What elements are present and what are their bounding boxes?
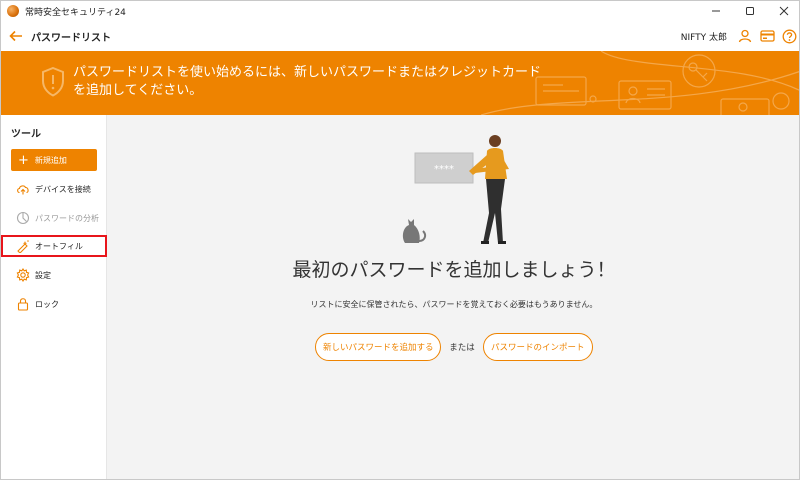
sidebar-item-settings[interactable]: 設定 — [1, 264, 107, 286]
lock-icon — [16, 297, 30, 311]
close-icon — [779, 6, 789, 16]
add-new-button[interactable]: + 新規追加 — [11, 149, 97, 171]
sidebar-item-label: ロック — [35, 299, 59, 309]
back-arrow-icon — [9, 30, 22, 42]
account-button[interactable] — [737, 28, 753, 44]
sidebar-item-label: オートフィル — [35, 241, 83, 251]
empty-state-illustration: **** — [402, 135, 509, 244]
add-new-label: 新規追加 — [34, 155, 67, 165]
card-icon — [759, 30, 775, 42]
plus-icon: + — [18, 152, 29, 168]
sidebar-item-label: 設定 — [35, 270, 51, 280]
empty-state-title: 最初のパスワードを追加しましょう！ — [292, 259, 616, 281]
app-logo-icon — [7, 5, 19, 17]
sidebar-item-label: デバイスを接続 — [35, 184, 91, 194]
cat-icon — [402, 219, 427, 243]
banner-decoration — [481, 51, 799, 115]
close-button[interactable] — [767, 1, 799, 21]
main-content: **** 最初のパスワードを追加しましょう！ リストに安全に保管されたら、パスワ… — [107, 115, 799, 479]
sidebar: ツール + 新規追加 デバイスを接続 パスワードの分析 オートフィル 設定 ロッ… — [1, 115, 107, 479]
add-password-button[interactable]: 新しいパスワードを追加する — [315, 333, 442, 361]
sidebar-item-password-analysis[interactable]: パスワードの分析 — [1, 207, 107, 229]
window-controls — [699, 1, 799, 21]
title-bar: 常時安全セキュリティ24 — [1, 1, 799, 21]
or-text: または — [449, 343, 475, 353]
header-actions: NIFTY 太郎 — [681, 21, 797, 51]
autofill-icon — [16, 239, 30, 253]
app-window: 常時安全セキュリティ24 パスワードリスト NIFTY 太郎 パスワードリストを… — [0, 0, 800, 480]
help-icon — [782, 29, 796, 43]
analysis-icon — [16, 211, 30, 225]
sidebar-item-autofill[interactable]: オートフィル — [1, 235, 107, 257]
minimize-icon — [712, 10, 720, 12]
help-button[interactable] — [781, 28, 797, 44]
card-mask-text: **** — [434, 164, 454, 175]
page-title: パスワードリスト — [31, 32, 111, 44]
cloud-upload-icon — [16, 182, 30, 196]
empty-state-description: リストに安全に保管されたら、パスワードを覚えておく必要はもうありません。 — [310, 300, 598, 309]
sidebar-item-lock[interactable]: ロック — [1, 293, 107, 315]
maximize-button[interactable] — [733, 1, 767, 21]
gear-icon — [16, 268, 30, 282]
sidebar-title: ツール — [11, 129, 41, 140]
back-button[interactable] — [9, 29, 23, 43]
sidebar-item-connect-device[interactable]: デバイスを接続 — [1, 178, 107, 200]
sidebar-item-label: パスワードの分析 — [35, 213, 99, 223]
window-title: 常時安全セキュリティ24 — [25, 7, 126, 18]
person-icon — [738, 29, 752, 43]
app-header: パスワードリスト NIFTY 太郎 — [1, 21, 799, 51]
user-name: NIFTY 太郎 — [680, 32, 727, 43]
subscription-button[interactable] — [759, 28, 775, 44]
maximize-icon — [746, 7, 754, 15]
shield-icon — [42, 67, 64, 97]
empty-state-actions: 新しいパスワードを追加する または パスワードのインポート — [107, 333, 799, 361]
minimize-button[interactable] — [699, 1, 733, 21]
import-passwords-button[interactable]: パスワードのインポート — [482, 333, 593, 361]
info-banner: パスワードリストを使い始めるには、新しいパスワードまたはクレジットカードを追加し… — [1, 51, 799, 115]
